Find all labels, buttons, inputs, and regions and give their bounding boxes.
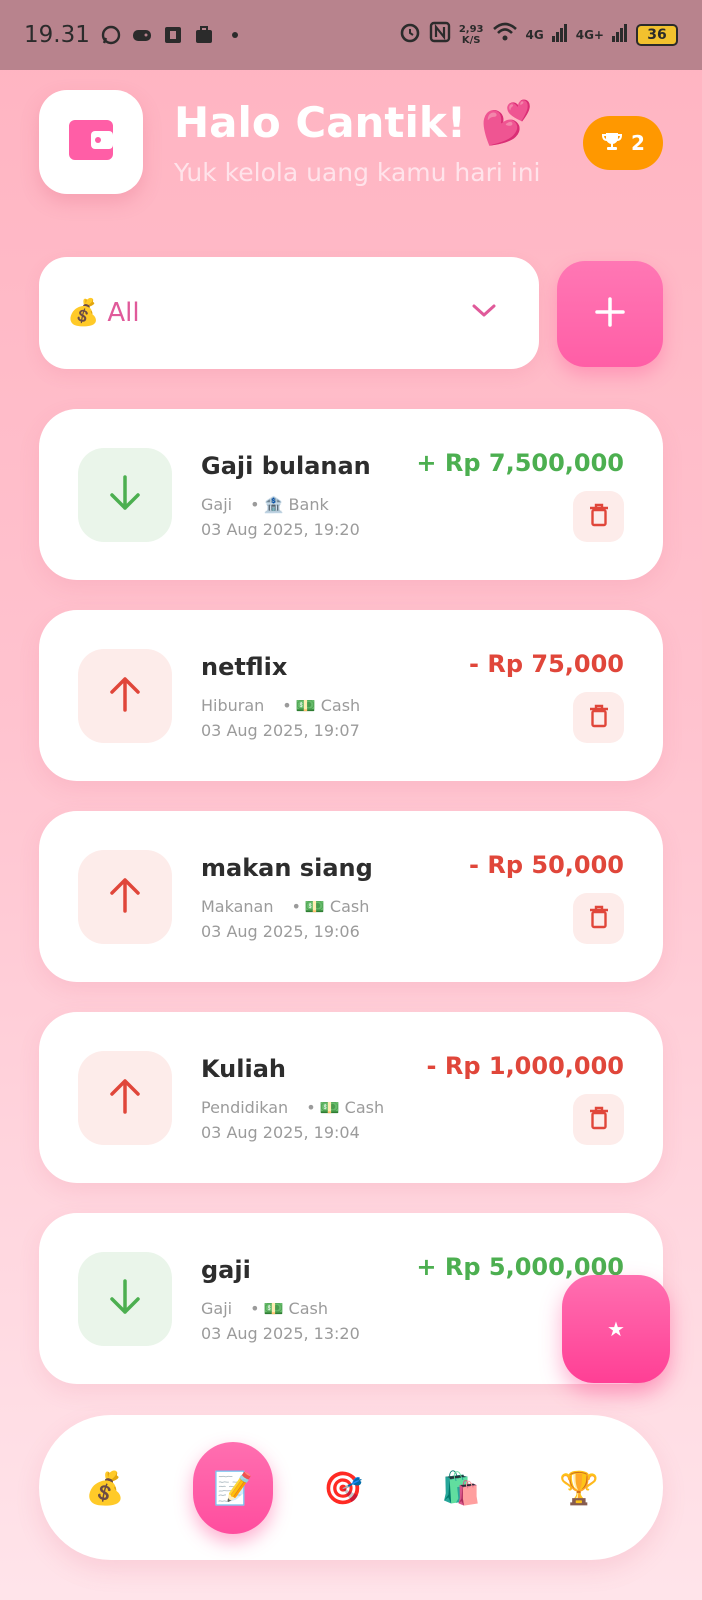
trophy-count: 2 <box>631 131 645 155</box>
transaction-title: netflix <box>201 653 288 681</box>
transaction-date: 03 Aug 2025, 19:06 <box>201 922 360 941</box>
greeting-subtitle: Yuk kelola uang kamu hari ini <box>174 158 541 187</box>
trophy-icon: 🏆 <box>559 1468 599 1507</box>
filter-row: 💰 All <box>39 257 663 371</box>
app-logo <box>39 90 143 194</box>
nfc-icon <box>429 21 451 49</box>
briefcase-icon <box>193 24 215 46</box>
shopping-bags-icon: 🛍️ <box>441 1468 481 1507</box>
add-transaction-button[interactable] <box>557 261 663 367</box>
transaction-account: 💵 Cash <box>295 696 361 715</box>
transaction-meta: Pendidikan • 💵 Cash <box>201 1098 385 1117</box>
transaction-meta: Gaji • 💵 Cash <box>201 1299 328 1318</box>
chevron-down-icon <box>471 303 497 323</box>
transaction-card[interactable]: Gaji bulanan Gaji • 🏦 Bank 03 Aug 2025, 19… <box>39 409 663 580</box>
transaction-date: 03 Aug 2025, 19:20 <box>201 520 360 539</box>
whatsapp-icon <box>100 24 122 46</box>
transaction-account: 💵 Cash <box>263 1299 328 1318</box>
wallet-icon <box>67 118 115 166</box>
signal-bars-icon-2 <box>612 22 628 48</box>
transaction-account: 🏦 Bank <box>263 495 329 514</box>
income-icon-box <box>78 1252 172 1346</box>
wifi-icon <box>492 21 518 49</box>
nav-item-money[interactable]: 💰 <box>65 1415 145 1560</box>
nav-item-transactions[interactable]: 📝 <box>193 1442 273 1534</box>
delete-button[interactable] <box>573 1094 624 1145</box>
bottom-navigation: 💰 📝 🎯 🛍️ 🏆 <box>39 1415 663 1560</box>
trash-icon <box>588 1106 610 1134</box>
header: Halo Cantik! 💕 Yuk kelola uang kamu hari… <box>39 90 663 194</box>
star-icon: ★ <box>607 1317 625 1341</box>
transaction-title: Kuliah <box>201 1055 286 1083</box>
app-icon <box>162 24 184 46</box>
signal-label-2: 4G+ <box>575 28 604 42</box>
transaction-card[interactable]: makan siang Makanan • 💵 Cash 03 Aug 2025, … <box>39 811 663 982</box>
transaction-meta: Gaji • 🏦 Bank <box>201 495 329 514</box>
star-fab-button[interactable]: ★ <box>562 1275 670 1383</box>
nav-item-achievements[interactable]: 🏆 <box>539 1415 619 1560</box>
signal-bars-icon-1 <box>551 22 568 48</box>
dot-icon <box>224 24 246 46</box>
nav-item-goals[interactable]: 🎯 <box>303 1415 383 1560</box>
arrow-up-icon <box>107 876 143 918</box>
trash-icon <box>588 905 610 933</box>
filter-selected-value: All <box>107 298 140 328</box>
plus-icon <box>594 296 626 332</box>
delete-button[interactable] <box>573 491 624 542</box>
trophy-icon <box>601 130 623 157</box>
status-right: 2,93 K/S 4G 4G+ 36 <box>399 21 678 49</box>
transaction-date: 03 Aug 2025, 19:07 <box>201 721 360 740</box>
transaction-date: 03 Aug 2025, 19:04 <box>201 1123 360 1142</box>
signal-label-1: 4G <box>525 28 544 42</box>
expense-icon-box <box>78 1051 172 1145</box>
trash-icon <box>588 704 610 732</box>
transaction-category: Hiburan <box>201 696 265 715</box>
status-time: 19.31 <box>24 22 90 48</box>
transaction-title: Gaji bulanan <box>201 452 371 480</box>
transaction-meta: Hiburan • 💵 Cash <box>201 696 361 715</box>
transaction-amount: - Rp 1,000,000 <box>426 1052 624 1080</box>
trophy-badge[interactable]: 2 <box>583 116 663 170</box>
income-icon-box <box>78 448 172 542</box>
transaction-title: gaji <box>201 1256 251 1284</box>
money-bag-icon: 💰 <box>67 298 100 328</box>
arrow-down-icon <box>107 474 143 516</box>
memo-icon: 📝 <box>213 1469 253 1507</box>
delete-button[interactable] <box>573 692 624 743</box>
target-icon: 🎯 <box>323 1468 363 1507</box>
transaction-category: Gaji <box>201 1299 233 1318</box>
delete-button[interactable] <box>573 893 624 944</box>
transaction-amount: - Rp 75,000 <box>469 650 624 678</box>
transaction-card[interactable]: netflix Hiburan • 💵 Cash 03 Aug 2025, 19:0… <box>39 610 663 781</box>
transaction-meta: Makanan • 💵 Cash <box>201 897 370 916</box>
arrow-up-icon <box>107 675 143 717</box>
transaction-date: 03 Aug 2025, 13:20 <box>201 1324 360 1343</box>
transaction-account: 💵 Cash <box>319 1098 385 1117</box>
money-bag-icon: 💰 <box>85 1468 125 1507</box>
transaction-amount: - Rp 50,000 <box>469 851 624 879</box>
account-filter-dropdown[interactable]: 💰 All <box>39 257 539 369</box>
arrow-down-icon <box>107 1278 143 1320</box>
expense-icon-box <box>78 649 172 743</box>
arrow-up-icon <box>107 1077 143 1119</box>
nav-item-shopping[interactable]: 🛍️ <box>421 1415 501 1560</box>
transaction-title: makan siang <box>201 854 373 882</box>
expense-icon-box <box>78 850 172 944</box>
transaction-category: Gaji <box>201 495 233 514</box>
status-bar: 19.31 2,93 K/S 4G 4G+ 36 <box>0 0 702 70</box>
trash-icon <box>588 503 610 531</box>
game-controller-icon <box>131 24 153 46</box>
transaction-category: Pendidikan <box>201 1098 289 1117</box>
net-speed: 2,93 K/S <box>458 24 484 46</box>
transaction-account: 💵 Cash <box>304 897 370 916</box>
alarm-icon <box>399 21 421 49</box>
battery-indicator: 36 <box>636 24 678 46</box>
transaction-category: Makanan <box>201 897 274 916</box>
transaction-amount: + Rp 7,500,000 <box>416 449 624 477</box>
greeting-title: Halo Cantik! 💕 <box>174 98 533 147</box>
transaction-card[interactable]: Kuliah Pendidikan • 💵 Cash 03 Aug 2025, 19… <box>39 1012 663 1183</box>
